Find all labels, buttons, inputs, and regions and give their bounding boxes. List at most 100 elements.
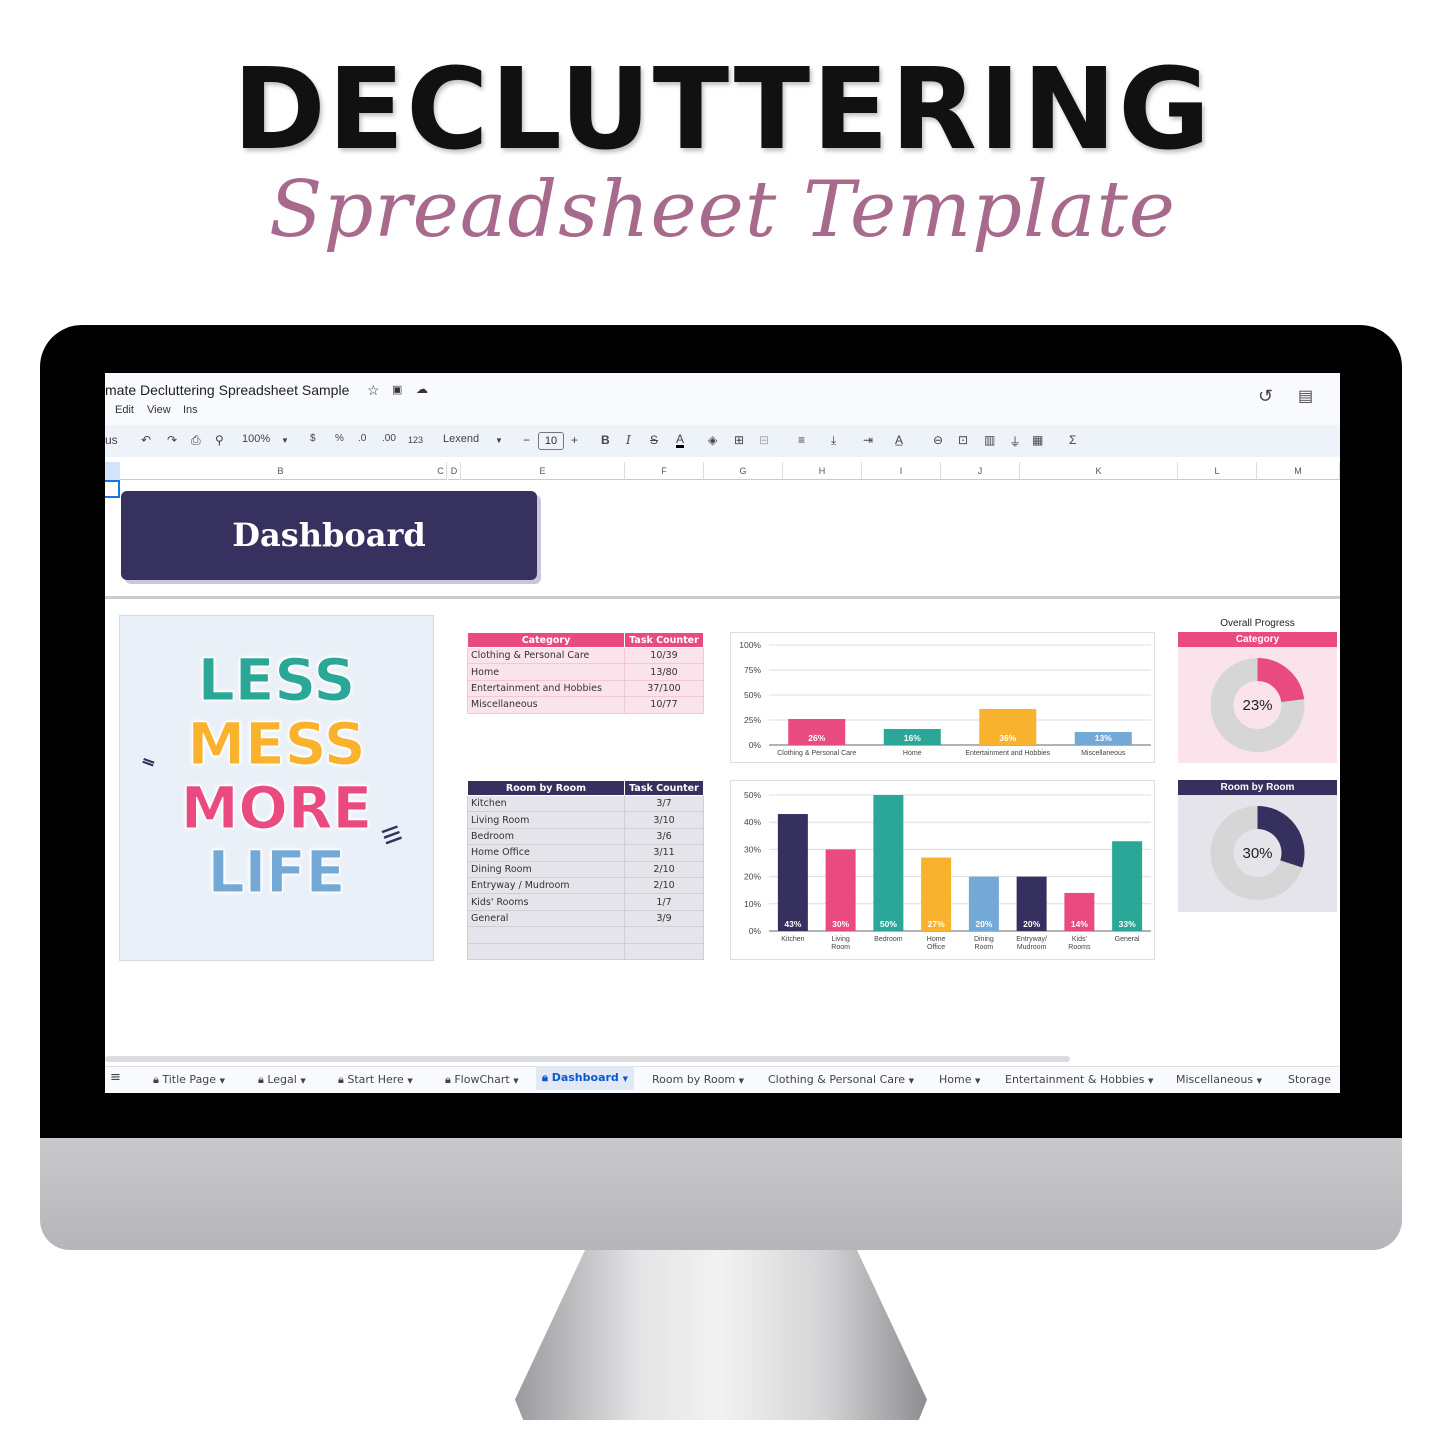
name-cell[interactable]: Kitchen bbox=[467, 794, 625, 813]
column-header-D[interactable]: D bbox=[448, 462, 461, 480]
print-icon[interactable]: ⎙ bbox=[191, 433, 201, 448]
increase-decimal-button[interactable]: .00 bbox=[382, 433, 396, 444]
task-counter-cell[interactable]: 10/77 bbox=[624, 696, 704, 714]
chart-icon[interactable]: ▥ bbox=[984, 433, 995, 447]
column-header-J[interactable]: J bbox=[941, 462, 1020, 480]
name-cell[interactable]: Miscellaneous bbox=[467, 696, 625, 714]
sheet-tab[interactable]: Room by Room ▼ bbox=[652, 1073, 744, 1086]
task-counter-cell[interactable]: 2/10 bbox=[624, 860, 704, 878]
star-icon[interactable]: ☆ bbox=[367, 382, 380, 399]
chevron-down-icon[interactable]: ▼ bbox=[281, 436, 289, 445]
task-counter-cell[interactable] bbox=[624, 926, 704, 944]
column-header-H[interactable]: H bbox=[783, 462, 862, 480]
name-cell[interactable]: Dining Room bbox=[467, 860, 625, 878]
name-cell[interactable] bbox=[467, 926, 625, 944]
task-counter-cell[interactable]: 3/10 bbox=[624, 811, 704, 829]
all-sheets-icon[interactable]: ≡ bbox=[110, 1070, 121, 1085]
sheet-tab[interactable]: 🔒︎ Dashboard ▼ bbox=[536, 1066, 635, 1090]
sheet-tab[interactable]: 🔒︎ Start Here ▼ bbox=[338, 1073, 413, 1087]
functions-icon[interactable]: Σ bbox=[1069, 433, 1076, 447]
sheet-tab[interactable]: Miscellaneous ▼ bbox=[1176, 1073, 1262, 1086]
font-select[interactable]: Lexend bbox=[443, 433, 479, 445]
font-size-input[interactable]: 10 bbox=[538, 432, 564, 450]
select-all-corner[interactable] bbox=[105, 462, 120, 480]
align-icon[interactable]: ≡ bbox=[798, 433, 805, 447]
category-progress-chart[interactable]: 0% 25% 50% 75% 100% 26% Clothing & Personal Ca… bbox=[730, 632, 1155, 763]
chevron-down-icon[interactable]: ▼ bbox=[495, 436, 503, 445]
comments-icon[interactable]: ▤ bbox=[1298, 386, 1313, 406]
room-progress-chart[interactable]: 0% 10% 20% 30% 40% 50% 43% Kitchen 30% Living Room… bbox=[730, 780, 1155, 960]
task-counter-cell[interactable]: 37/100 bbox=[624, 679, 704, 698]
sheet-tab[interactable]: 🔒︎ FlowChart ▼ bbox=[445, 1073, 519, 1087]
name-cell[interactable]: Entryway / Mudroom bbox=[467, 876, 625, 895]
menu-insert[interactable]: Ins bbox=[183, 404, 198, 416]
menu-edit[interactable]: Edit bbox=[115, 404, 134, 416]
task-counter-cell[interactable]: 3/9 bbox=[624, 909, 704, 928]
currency-button[interactable]: $ bbox=[310, 433, 316, 444]
merge-cells-icon[interactable]: ⊟ bbox=[759, 433, 769, 447]
task-counter-cell[interactable]: 13/80 bbox=[624, 663, 704, 681]
paint-format-icon[interactable]: ⚲ bbox=[215, 433, 224, 447]
bold-icon[interactable]: B bbox=[601, 433, 610, 447]
sheet-tab[interactable]: Storage bbox=[1288, 1073, 1331, 1086]
cloud-status-icon[interactable]: ☁ bbox=[416, 382, 428, 396]
zoom-select[interactable]: 100% bbox=[242, 433, 270, 445]
fill-color-icon[interactable]: ◈ bbox=[708, 433, 717, 447]
link-icon[interactable]: ⊖ bbox=[933, 433, 943, 447]
column-header-L[interactable]: L bbox=[1178, 462, 1257, 480]
name-cell[interactable] bbox=[467, 942, 625, 960]
task-counter-cell[interactable]: 3/7 bbox=[624, 794, 704, 813]
sheet-tab[interactable]: 🔒︎ Title Page ▼ bbox=[153, 1073, 225, 1087]
column-header-C[interactable]: C bbox=[435, 462, 447, 480]
task-counter-cell[interactable]: 3/11 bbox=[624, 844, 704, 862]
sheet-tab[interactable]: Entertainment & Hobbies ▼ bbox=[1005, 1073, 1153, 1086]
decrease-font-icon[interactable]: − bbox=[523, 433, 530, 447]
document-title[interactable]: mate Decluttering Spreadsheet Sample bbox=[105, 382, 349, 398]
column-header-E[interactable]: E bbox=[461, 462, 625, 480]
column-header-K[interactable]: K bbox=[1020, 462, 1178, 480]
room-donut-card[interactable]: Room by Room 30% bbox=[1178, 780, 1337, 912]
name-cell[interactable]: Clothing & Personal Care bbox=[467, 646, 625, 665]
task-counter-cell[interactable]: 2/10 bbox=[624, 876, 704, 895]
menu-view[interactable]: View bbox=[147, 404, 171, 416]
column-header-F[interactable]: F bbox=[625, 462, 704, 480]
name-cell[interactable]: General bbox=[467, 909, 625, 928]
task-counter-cell[interactable]: 1/7 bbox=[624, 893, 704, 911]
name-cell[interactable]: Kids' Rooms bbox=[467, 893, 625, 911]
sheet-tab[interactable]: Home ▼ bbox=[939, 1073, 980, 1086]
sheet-tab[interactable]: Clothing & Personal Care ▼ bbox=[768, 1073, 914, 1086]
name-cell[interactable]: Bedroom bbox=[467, 827, 625, 846]
comment-icon[interactable]: ⊡ bbox=[958, 433, 968, 447]
version-history-icon[interactable]: ↺ bbox=[1258, 386, 1273, 407]
task-counter-cell[interactable]: 10/39 bbox=[624, 646, 704, 665]
wrap-icon[interactable]: ⇥ bbox=[863, 433, 873, 447]
task-counter-cell[interactable] bbox=[624, 942, 704, 960]
strikethrough-icon[interactable]: S bbox=[650, 433, 658, 447]
rotate-text-icon[interactable]: A̲ bbox=[895, 433, 903, 447]
percent-button[interactable]: % bbox=[335, 433, 344, 444]
filter-views-icon[interactable]: ▦ bbox=[1032, 433, 1043, 447]
column-header-M[interactable]: M bbox=[1257, 462, 1340, 480]
column-header-G[interactable]: G bbox=[704, 462, 783, 480]
borders-icon[interactable]: ⊞ bbox=[734, 433, 744, 447]
task-counter-cell[interactable]: 3/6 bbox=[624, 827, 704, 846]
undo-icon[interactable]: ↶ bbox=[141, 433, 151, 447]
text-color-icon[interactable]: A bbox=[676, 433, 685, 448]
sheet-tab[interactable]: 🔒︎ Legal ▼ bbox=[258, 1073, 306, 1087]
valign-icon[interactable]: ⤓ bbox=[831, 433, 836, 448]
name-cell[interactable]: Home bbox=[467, 663, 625, 681]
name-cell[interactable]: Home Office bbox=[467, 844, 625, 862]
name-cell[interactable]: Entertainment and Hobbies bbox=[467, 679, 625, 698]
name-cell[interactable]: Living Room bbox=[467, 811, 625, 829]
redo-icon[interactable]: ↷ bbox=[167, 433, 177, 447]
increase-font-icon[interactable]: + bbox=[571, 433, 578, 447]
horizontal-scrollbar[interactable] bbox=[105, 1056, 1070, 1062]
column-header-I[interactable]: I bbox=[862, 462, 941, 480]
menu-search-input[interactable]: us bbox=[105, 433, 118, 447]
filter-icon[interactable]: ⏚ bbox=[1009, 433, 1021, 450]
selected-cell[interactable] bbox=[105, 480, 120, 498]
italic-icon[interactable]: I bbox=[626, 433, 631, 447]
move-folder-icon[interactable]: ▣ bbox=[392, 383, 402, 396]
number-format-button[interactable]: 123 bbox=[408, 435, 423, 445]
decrease-decimal-button[interactable]: .0 bbox=[358, 433, 366, 444]
